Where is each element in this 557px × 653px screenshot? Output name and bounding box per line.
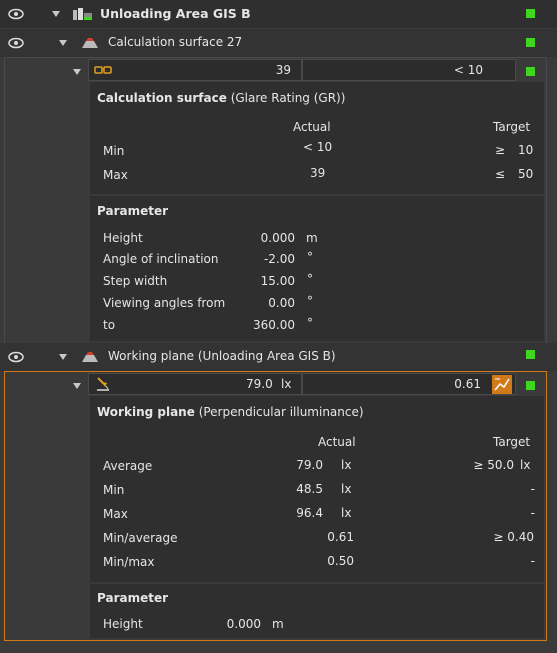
- eye-icon[interactable]: [8, 8, 24, 20]
- expand-arrow-icon[interactable]: [59, 354, 67, 360]
- row-target: ≥ 50.0: [473, 458, 514, 472]
- uniformity-chart-icon[interactable]: [492, 375, 512, 394]
- parameter-title: Parameter: [97, 591, 169, 605]
- row-target-symbol: ≥: [495, 143, 506, 157]
- row-target: -: [530, 554, 535, 568]
- param-value: 0.000: [226, 617, 261, 631]
- status-indicator: [526, 9, 535, 18]
- row-target: 50: [518, 167, 534, 181]
- row-target: -: [530, 482, 535, 496]
- param-unit: m: [306, 231, 318, 245]
- row-label: Average: [103, 459, 153, 473]
- param-label: Step width: [103, 274, 168, 288]
- row-label: Min/max: [103, 555, 155, 569]
- row-target: ≥ 0.40: [493, 530, 534, 544]
- row-label: Max: [103, 507, 128, 521]
- expand-arrow-icon[interactable]: [59, 40, 67, 46]
- calc-surface-label: Calculation surface 27: [108, 35, 243, 49]
- row-target-unit: lx: [520, 458, 531, 472]
- param-unit: °: [307, 250, 313, 264]
- calc-results-subtitle: (Glare Rating (GR)): [230, 91, 346, 105]
- expand-arrow-icon[interactable]: [73, 383, 81, 389]
- summary-actual: 79.0: [246, 377, 273, 391]
- summary-target-cell: < 10: [302, 59, 516, 81]
- row-label: Min: [103, 483, 125, 497]
- expand-arrow-icon[interactable]: [52, 11, 60, 17]
- row-actual: 48.5: [296, 482, 323, 496]
- param-unit: °: [307, 294, 313, 308]
- row-actual: 0.61: [327, 530, 354, 544]
- illuminance-lamp-icon: [97, 377, 109, 391]
- calc-results-title: Calculation surface: [97, 91, 227, 105]
- summary-unit: lx: [281, 377, 292, 391]
- glare-glasses-icon: [94, 66, 112, 74]
- tree-row-calculation-surface[interactable]: Calculation surface 27: [0, 29, 557, 57]
- row-actual: 39: [310, 166, 326, 180]
- calc-results-heading: Calculation surface (Glare Rating (GR)): [97, 91, 345, 105]
- summary-target: < 10: [453, 63, 483, 77]
- row-target-symbol: ≤: [495, 167, 506, 181]
- col-target: Target: [493, 120, 531, 134]
- status-indicator: [526, 67, 535, 76]
- row-actual-unit: lx: [341, 506, 352, 520]
- row-target: 10: [518, 143, 534, 157]
- param-label: Angle of inclination: [103, 252, 219, 266]
- row-actual: 96.4: [296, 506, 323, 520]
- status-indicator: [526, 381, 535, 390]
- param-unit: °: [307, 272, 313, 286]
- working-plane-label: Working plane (Unloading Area GIS B): [108, 349, 336, 363]
- wp-parameter-panel: Parameter Height 0.000 m: [90, 584, 544, 638]
- wp-results-panel: Working plane (Perpendicular illuminance…: [90, 396, 544, 582]
- calc-results-panel: Calculation surface (Glare Rating (GR)) …: [90, 82, 544, 194]
- param-unit: m: [272, 617, 284, 631]
- row-label: Min: [103, 144, 125, 158]
- row-actual-unit: lx: [341, 458, 352, 472]
- wp-results-heading: Working plane (Perpendicular illuminance…: [97, 405, 364, 419]
- row-target: -: [530, 506, 535, 520]
- summary-actual-cell: 39: [88, 59, 302, 81]
- status-indicator: [526, 38, 535, 47]
- param-label: Viewing angles from: [103, 296, 226, 310]
- param-label: Height: [103, 231, 143, 245]
- tree-row-working-plane[interactable]: Working plane (Unloading Area GIS B): [0, 343, 557, 371]
- eye-icon[interactable]: [8, 37, 24, 49]
- col-actual: Actual: [318, 435, 356, 449]
- param-value: 0.000: [260, 231, 295, 245]
- expand-arrow-icon[interactable]: [73, 69, 81, 75]
- param-value: 15.00: [260, 274, 295, 288]
- param-unit: °: [307, 316, 313, 330]
- tree-row-root[interactable]: Unloading Area GIS B: [0, 0, 557, 28]
- summary-actual-cell: 79.0 lx: [88, 373, 302, 395]
- parameter-title: Parameter: [97, 204, 169, 218]
- row-label: Min/average: [103, 531, 178, 545]
- calc-parameter-panel: Parameter Height 0.000 m Angle of inclin…: [90, 196, 544, 341]
- col-actual: Actual: [293, 120, 331, 134]
- row-actual: 79.0: [296, 458, 323, 472]
- row-actual-unit: lx: [341, 482, 352, 496]
- status-indicator: [526, 350, 535, 359]
- row-actual: < 10: [303, 140, 333, 154]
- col-target: Target: [493, 435, 531, 449]
- param-value: -2.00: [263, 252, 295, 266]
- param-value: 360.00: [253, 318, 295, 332]
- param-label: to: [103, 318, 116, 332]
- building-icon: [73, 8, 92, 20]
- row-label: Max: [103, 168, 128, 182]
- row-actual: 0.50: [327, 554, 354, 568]
- param-value: 0.00: [268, 296, 295, 310]
- eye-icon[interactable]: [8, 351, 24, 363]
- summary-actual: 39: [275, 63, 291, 77]
- root-label: Unloading Area GIS B: [100, 6, 251, 21]
- param-label: Height: [103, 617, 143, 631]
- wp-results-subtitle: (Perpendicular illuminance): [198, 405, 364, 419]
- working-plane-icon: [82, 352, 98, 362]
- summary-target: 0.61: [454, 377, 481, 391]
- calculation-surface-icon: [82, 38, 98, 48]
- summary-target-cell: 0.61: [302, 373, 516, 395]
- wp-results-title: Working plane: [97, 405, 195, 419]
